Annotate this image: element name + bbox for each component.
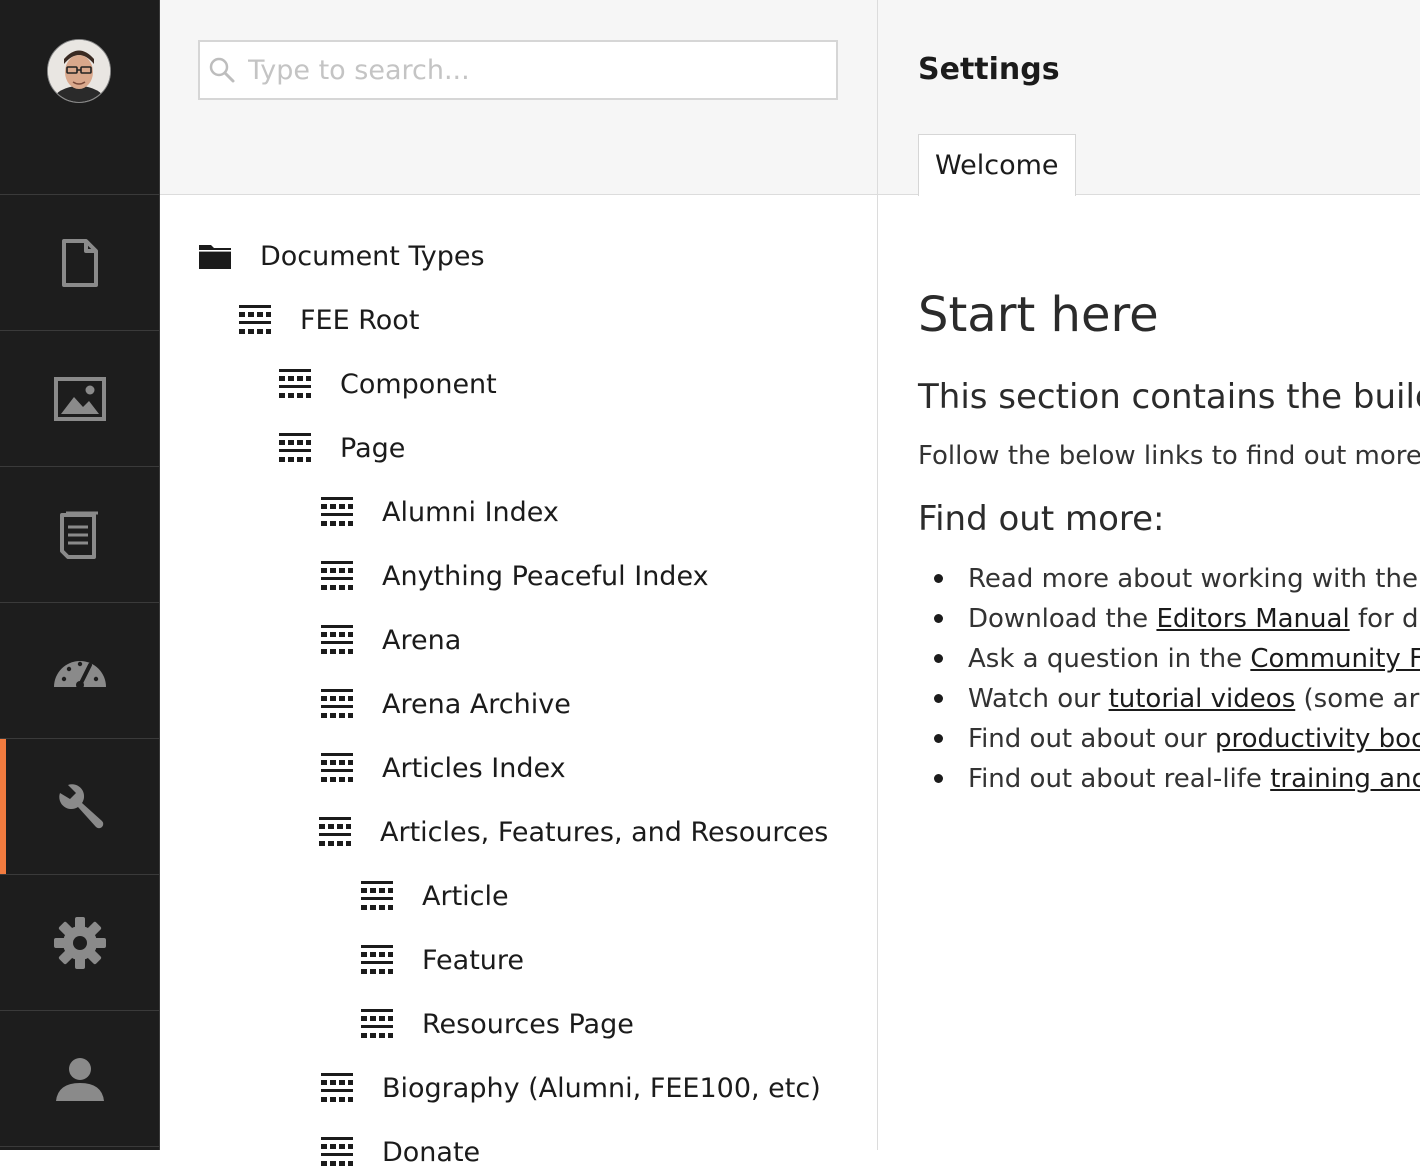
document-type-icon — [321, 1137, 353, 1166]
tab-welcome[interactable]: Welcome — [918, 134, 1076, 196]
gear-icon — [53, 916, 106, 969]
image-icon — [53, 376, 106, 421]
tree-root-document-types[interactable]: Document Types — [198, 232, 485, 280]
avatar[interactable] — [47, 39, 111, 103]
document-type-icon — [321, 1073, 353, 1102]
tree-item-fee-root[interactable]: FEE Root — [238, 296, 419, 344]
tree-item-alumni-index[interactable]: Alumni Index — [320, 488, 559, 536]
nav-section-media[interactable] — [0, 331, 159, 467]
tree-item-label: Arena — [382, 624, 462, 656]
list-item-text: Ask a question in the — [968, 644, 1251, 674]
tree-item-component[interactable]: Component — [278, 360, 497, 408]
list-item-text: Find out about real-life — [968, 764, 1271, 794]
list-item-text: Download the — [968, 604, 1157, 634]
document-type-icon — [321, 561, 353, 590]
nav-section-dashboard[interactable] — [0, 603, 159, 739]
tree-item-label: Component — [340, 368, 497, 400]
document-type-icon — [321, 689, 353, 718]
document-type-icon — [279, 433, 311, 462]
tree-header — [160, 0, 877, 195]
user-icon — [55, 1057, 104, 1101]
tree-item-label: Arena Archive — [382, 688, 571, 720]
find-out-more-heading: Find out more: — [918, 499, 1165, 539]
nav-section-members[interactable] — [0, 1011, 159, 1147]
nav-section-content[interactable] — [0, 195, 159, 331]
search-box[interactable] — [198, 40, 838, 100]
user-avatar-area — [0, 0, 159, 195]
list-item: Find out about our productivity boo — [918, 719, 1420, 759]
tree-item-label: Biography (Alumni, FEE100, etc) — [382, 1072, 821, 1104]
tree-item-label: Donate — [382, 1136, 481, 1168]
tree-item-biography[interactable]: Biography (Alumni, FEE100, etc) — [320, 1064, 821, 1112]
document-type-icon — [321, 497, 353, 526]
community-forum-link[interactable]: Community F — [1250, 644, 1420, 674]
tree-item-label: Articles Index — [382, 752, 566, 784]
tree-item-label: Resources Page — [422, 1008, 634, 1040]
list-item-text: Read more about working with the — [968, 564, 1418, 594]
tree-item-articles-index[interactable]: Articles Index — [320, 744, 566, 792]
tree-item-label: Articles, Features, and Resources — [380, 816, 829, 848]
folder-icon — [199, 245, 231, 269]
follow-links-text: Follow the below links to find out more — [918, 441, 1420, 471]
tutorial-videos-link[interactable]: tutorial videos — [1109, 684, 1296, 714]
start-here-heading: Start here — [918, 287, 1159, 343]
tree-item-label: FEE Root — [300, 304, 420, 336]
tree-item-articles-features-resources[interactable]: Articles, Features, and Resources — [318, 808, 828, 856]
training-link[interactable]: training and — [1270, 764, 1420, 794]
tree-item-resources-page[interactable]: Resources Page — [360, 1000, 634, 1048]
document-type-icon — [319, 817, 351, 846]
tree-item-label: Page — [340, 432, 406, 464]
editors-manual-link[interactable]: Editors Manual — [1156, 604, 1349, 634]
form-icon — [59, 511, 98, 559]
nav-section-forms[interactable] — [0, 467, 159, 603]
tree-item-label: Document Types — [260, 240, 485, 272]
list-item: Read more about working with the — [918, 559, 1420, 599]
tree-item-label: Feature — [422, 944, 525, 976]
tree-panel: Document Types FEE Root Component Page A… — [160, 0, 878, 1168]
document-icon — [61, 238, 98, 287]
list-item-text: for d — [1349, 604, 1419, 634]
content-panel: Settings Welcome Start here This section… — [878, 0, 1420, 1150]
tree-item-arena[interactable]: Arena — [320, 616, 461, 664]
document-type-icon — [321, 753, 353, 782]
document-type-icon — [361, 1009, 393, 1038]
tree-item-feature[interactable]: Feature — [360, 936, 524, 984]
dashboard-icon — [53, 660, 106, 689]
nav-section-settings[interactable] — [0, 739, 159, 875]
resource-links-list: Read more about working with the Downloa… — [918, 559, 1420, 799]
tree-item-arena-archive[interactable]: Arena Archive — [320, 680, 571, 728]
search-input[interactable] — [248, 54, 808, 86]
tree-item-donate[interactable]: Donate — [320, 1128, 480, 1176]
document-type-icon — [279, 369, 311, 398]
tree-item-label: Article — [422, 880, 509, 912]
page-title: Settings — [918, 52, 1060, 87]
tree-item-anything-peaceful-index[interactable]: Anything Peaceful Index — [320, 552, 709, 600]
content-header: Settings Welcome — [878, 0, 1420, 196]
tree-item-label: Anything Peaceful Index — [382, 560, 709, 592]
main-navigation — [0, 0, 160, 1150]
list-item: Download the Editors Manual for d — [918, 599, 1420, 639]
tree-item-page[interactable]: Page — [278, 424, 405, 472]
wrench-icon — [58, 783, 103, 828]
document-type-icon — [361, 945, 393, 974]
nav-section-developer[interactable] — [0, 875, 159, 1011]
list-item: Ask a question in the Community F — [918, 639, 1420, 679]
list-item-text: (some ar — [1295, 684, 1420, 714]
list-item: Watch our tutorial videos (some ar — [918, 679, 1420, 719]
document-type-icon — [321, 625, 353, 654]
list-item-text: Watch our — [968, 684, 1109, 714]
document-type-icon — [239, 305, 271, 334]
document-type-icon — [361, 881, 393, 910]
tree-item-label: Alumni Index — [382, 496, 559, 528]
tree-item-article[interactable]: Article — [360, 872, 509, 920]
list-item-text: Find out about our — [968, 724, 1215, 754]
section-lead-text: This section contains the buildi — [918, 377, 1420, 417]
productivity-boosters-link[interactable]: productivity boo — [1215, 724, 1420, 754]
list-item: Find out about real-life training and — [918, 759, 1420, 799]
search-icon — [209, 57, 235, 83]
